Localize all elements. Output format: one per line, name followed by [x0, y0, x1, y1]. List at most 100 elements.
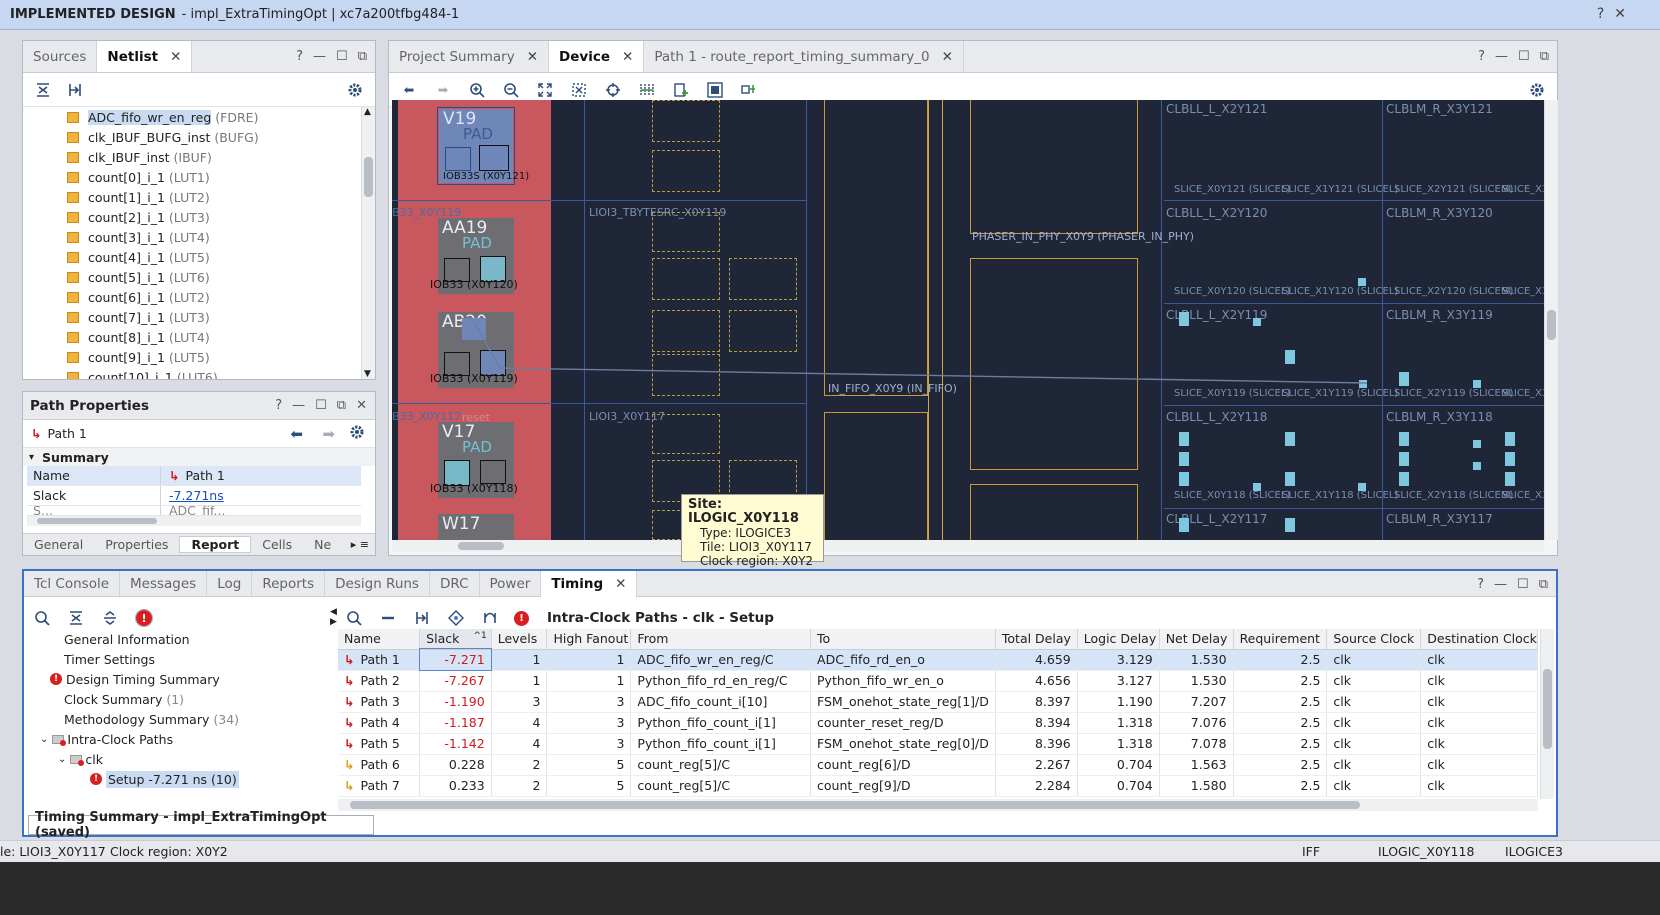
tab-design-runs[interactable]: Design Runs	[325, 571, 430, 597]
back-arrow-icon[interactable]: ⬅	[290, 425, 303, 443]
crosshair-icon[interactable]	[603, 80, 623, 100]
float-icon[interactable]: ⧉	[358, 49, 367, 64]
prop-tab-report[interactable]: Report	[179, 536, 252, 553]
netlist-item[interactable]: count[2]_i_1 (LUT3)	[23, 207, 375, 227]
help-icon[interactable]: ?	[296, 49, 303, 64]
netlist-item[interactable]: clk_IBUF_inst (IBUF)	[23, 147, 375, 167]
table-row[interactable]: ↳ Path 6 0.228 2 5 count_reg[5]/C count_reg[6]…	[338, 754, 1538, 776]
error-filter-icon[interactable]: !	[134, 608, 154, 628]
collapse-all-icon[interactable]	[66, 608, 86, 628]
scroll-up-icon[interactable]: ▲	[364, 107, 371, 117]
float-icon[interactable]: ⧉	[1540, 49, 1549, 64]
netlist-item[interactable]: count[6]_i_1 (LUT2)	[23, 287, 375, 307]
expand-selected-icon[interactable]	[65, 80, 85, 100]
prop-row-name[interactable]: Name ↳ Path 1	[27, 466, 361, 486]
float-icon[interactable]: ⧉	[1539, 577, 1548, 592]
paths-hscroll[interactable]	[338, 799, 1538, 811]
layout-options-icon[interactable]	[739, 80, 759, 100]
maximize-icon[interactable]: ☐	[1518, 49, 1530, 64]
scroll-down-icon[interactable]: ▼	[364, 369, 371, 379]
table-row[interactable]: ↳ Path 1 -7.271 1 1 ADC_fifo_wr_en_reg/C ADC_f…	[338, 648, 1538, 671]
search-icon[interactable]	[32, 608, 52, 628]
table-row[interactable]: ↳ Path 2 -7.267 1 1 Python_fifo_rd_en_reg/C Py…	[338, 670, 1538, 692]
tab-tcl-console[interactable]: Tcl Console	[24, 571, 121, 597]
device-vscroll[interactable]	[1544, 100, 1558, 540]
routing-icon[interactable]	[637, 80, 657, 100]
help-icon[interactable]: ?	[1477, 577, 1484, 592]
tree-item[interactable]: Timer Settings	[30, 649, 330, 669]
gear-icon[interactable]	[349, 424, 365, 443]
netlist-item[interactable]: count[1]_i_1 (LUT2)	[23, 187, 375, 207]
maximize-icon[interactable]: ☐	[336, 49, 348, 64]
column-header[interactable]: Net Delay	[1159, 629, 1234, 650]
back-arrow-icon[interactable]: ⬅	[399, 80, 419, 100]
chevron-down-icon[interactable]: ⌄	[40, 734, 48, 745]
tab-drc[interactable]: DRC	[430, 571, 480, 597]
tab-sources[interactable]: Sources	[23, 41, 98, 72]
timing-summary-tab[interactable]: Timing Summary - impl_ExtraTimingOpt (sa…	[28, 810, 374, 840]
zoom-selected-icon[interactable]	[569, 80, 589, 100]
minimize-icon[interactable]: —	[1495, 49, 1508, 64]
close-icon[interactable]: ✕	[356, 398, 367, 413]
minimize-icon[interactable]: —	[1494, 577, 1507, 592]
zoom-in-icon[interactable]	[467, 80, 487, 100]
prop-tab-general[interactable]: General	[23, 537, 94, 552]
close-tab-icon[interactable]: ✕	[527, 49, 538, 65]
netlist-scrollbar[interactable]: ▲ ▼	[361, 107, 375, 379]
close-tab-icon[interactable]: ✕	[942, 49, 953, 65]
netlist-item[interactable]: clk_IBUF_BUFG_inst (BUFG)	[23, 127, 375, 147]
column-header[interactable]: Levels	[491, 629, 548, 650]
netlist-item[interactable]: count[7]_i_1 (LUT3)	[23, 307, 375, 327]
netlist-item[interactable]: count[0]_i_1 (LUT1)	[23, 167, 375, 187]
collapse-icon[interactable]	[378, 608, 398, 628]
device-hscroll[interactable]	[392, 540, 1544, 552]
tab-project-summary[interactable]: Project Summary ✕	[389, 41, 550, 72]
tab-netlist[interactable]: Netlist ✕	[97, 41, 193, 72]
netlist-item[interactable]: count[9]_i_1 (LUT5)	[23, 347, 375, 367]
highlight-icon[interactable]	[446, 608, 466, 628]
netlist-item[interactable]: count[5]_i_1 (LUT6)	[23, 267, 375, 287]
column-header[interactable]: Source Clock	[1326, 629, 1422, 650]
device-canvas[interactable]: V19 PAD IOB33S (X0Y121) AA19 PAD IOB33 (…	[392, 100, 1544, 540]
paths-vscroll[interactable]	[1540, 629, 1554, 799]
tree-item[interactable]: ! Setup -7.271 ns (10)	[30, 769, 330, 789]
float-icon[interactable]: ⧉	[337, 398, 346, 413]
tab-device[interactable]: Device ✕	[549, 41, 645, 72]
netlist-item[interactable]: count[4]_i_1 (LUT5)	[23, 247, 375, 267]
netlist-item[interactable]: count[8]_i_1 (LUT4)	[23, 327, 375, 347]
maximize-icon[interactable]: ☐	[315, 398, 327, 413]
netlist-item[interactable]: count[10]_i_1 (LUT6)	[23, 367, 375, 379]
column-header[interactable]: From	[630, 629, 812, 650]
column-header[interactable]: Name	[338, 629, 421, 650]
collapse-all-icon[interactable]	[33, 80, 53, 100]
column-header[interactable]: Requirement	[1233, 629, 1328, 650]
prop-row-slack[interactable]: Slack -7.271ns	[27, 486, 361, 506]
table-row[interactable]: ↳ Path 4 -1.187 4 3 Python_fifo_count_i[1] cou…	[338, 712, 1538, 734]
table-row[interactable]: ↳ Path 7 0.233 2 5 count_reg[5]/C count_reg[9]…	[338, 775, 1538, 797]
properties-hscroll[interactable]	[27, 516, 361, 526]
forward-arrow-icon[interactable]: ➡	[322, 425, 335, 443]
zoom-fit-icon[interactable]	[535, 80, 555, 100]
close-tab-icon[interactable]: ✕	[170, 49, 181, 65]
netlist-item[interactable]: count[3]_i_1 (LUT4)	[23, 227, 375, 247]
netlist-item[interactable]: ADC_fifo_wr_en_reg (FDRE)	[23, 107, 375, 127]
slack-link[interactable]: -7.271ns	[169, 488, 224, 503]
help-icon[interactable]: ?	[1597, 6, 1604, 22]
column-header[interactable]: High Fanout	[546, 629, 632, 650]
chevron-down-icon[interactable]: ⌄	[58, 754, 66, 765]
prop-tab-cells[interactable]: Cells	[251, 537, 303, 552]
tab-power[interactable]: Power	[480, 571, 542, 597]
tree-item[interactable]: ⌄ Intra-Clock Paths	[30, 729, 330, 749]
chevron-down-icon[interactable]: ▾	[29, 452, 34, 463]
cell-view-icon[interactable]	[705, 80, 725, 100]
prop-tab-ne[interactable]: Ne	[303, 537, 342, 552]
tree-item[interactable]: ! Design Timing Summary	[30, 669, 330, 689]
forward-arrow-icon[interactable]: ➡	[433, 80, 453, 100]
close-tab-icon[interactable]: ✕	[622, 49, 633, 65]
help-icon[interactable]: ?	[1478, 49, 1485, 64]
zoom-out-icon[interactable]	[501, 80, 521, 100]
tab-scroll-icon[interactable]: ▸ ≡	[351, 538, 375, 551]
add-pblock-icon[interactable]	[671, 80, 691, 100]
minimize-icon[interactable]: —	[292, 398, 305, 413]
tree-item[interactable]: Methodology Summary (34)	[30, 709, 330, 729]
